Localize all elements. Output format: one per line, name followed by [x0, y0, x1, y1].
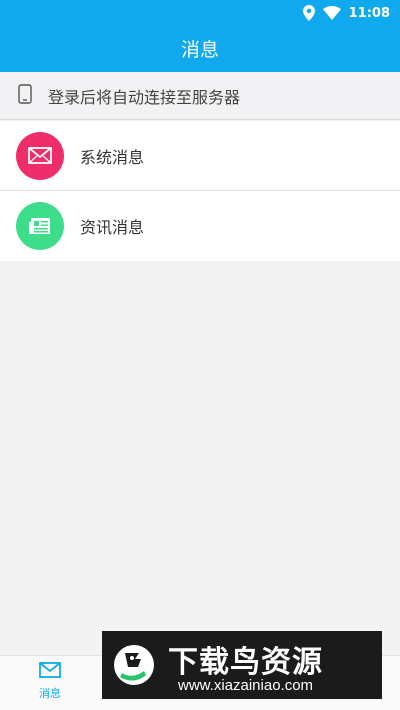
- tab-label: 消息: [39, 687, 61, 700]
- connection-notice[interactable]: 登录后将自动连接至服务器: [0, 72, 400, 120]
- wifi-icon: [322, 6, 341, 20]
- page-title: 消息: [180, 39, 219, 61]
- list-item-label: 资讯消息: [80, 218, 145, 237]
- location-icon: [302, 5, 315, 21]
- app-header: 11:08 消息: [0, 0, 400, 72]
- message-category-list: 系统消息 资讯消息: [0, 121, 400, 261]
- status-time: 11:08: [348, 5, 390, 21]
- envelope-icon: [16, 131, 64, 180]
- status-bar: 11:08: [302, 4, 390, 22]
- list-item-system-messages[interactable]: 系统消息: [0, 121, 400, 191]
- notice-text: 登录后将自动连接至服务器: [48, 87, 241, 107]
- watermark-url: www.xiazainiao.com: [178, 677, 314, 694]
- bird-logo-icon: [112, 641, 156, 689]
- list-item-news-messages[interactable]: 资讯消息: [0, 191, 400, 261]
- watermark-overlay: 下载鸟资源 www.xiazainiao.com: [102, 631, 382, 699]
- phone-icon: [18, 83, 48, 108]
- list-item-label: 系统消息: [80, 147, 145, 167]
- news-icon: [16, 202, 64, 250]
- tab-messages[interactable]: 消息: [20, 662, 80, 708]
- envelope-icon: [39, 662, 61, 682]
- watermark-title: 下载鸟资源: [168, 645, 323, 680]
